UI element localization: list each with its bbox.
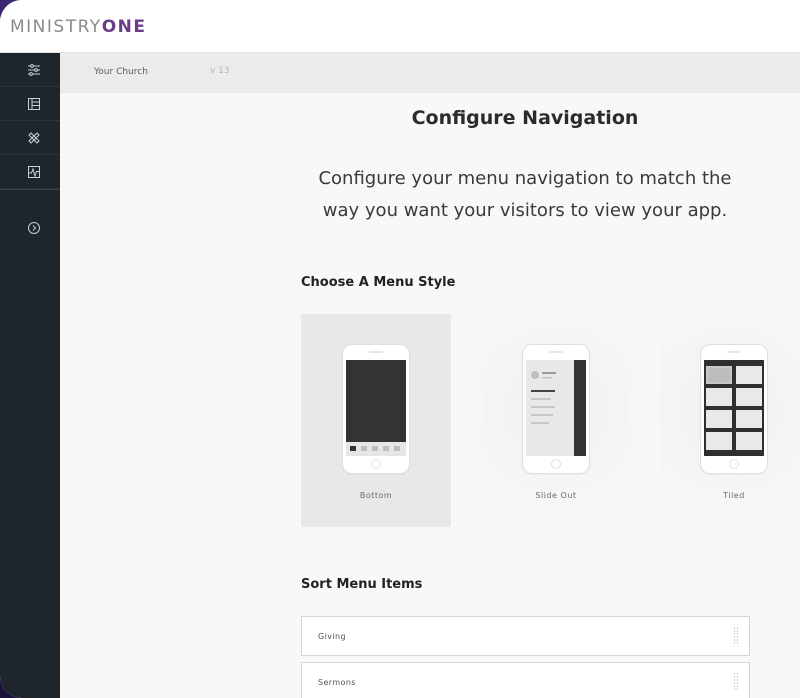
sort-item-label: Sermons — [318, 678, 356, 687]
subtitle-line-1: Configure your menu navigation to match … — [318, 168, 732, 189]
menu-style-option-slide-out[interactable]: Slide Out — [481, 314, 631, 527]
sidebar-divider — [0, 189, 60, 190]
sidebar-item-analytics[interactable] — [0, 155, 60, 189]
drag-handle-icon[interactable] — [733, 626, 739, 647]
phone-preview-bottom — [343, 345, 409, 473]
sort-menu-item-sermons[interactable]: Sermons — [301, 662, 750, 698]
app-window: MINISTRYONE Your Church v 13 Configure N… — [0, 0, 800, 698]
bottom-nav-screen — [346, 360, 406, 456]
top-bar: MINISTRYONE — [0, 0, 800, 53]
page-title: Configure Navigation — [411, 107, 639, 129]
breadcrumb-church[interactable]: Your Church — [94, 67, 148, 77]
tiled-screen — [704, 360, 764, 456]
sort-item-label: Giving — [318, 632, 346, 641]
subtitle-line-2: way you want your visitors to view your … — [322, 200, 728, 221]
sidebar — [0, 53, 60, 698]
breadcrumb: Your Church v 13 — [60, 53, 800, 93]
menu-style-option-tiled[interactable]: Tiled — [659, 314, 800, 527]
menu-style-label-slide-out: Slide Out — [535, 491, 577, 500]
circle-arrow-right-icon — [28, 222, 40, 234]
page-subtitle: Configure your menu navigation to match … — [300, 163, 750, 227]
menu-style-heading: Choose A Menu Style — [301, 275, 456, 290]
menu-style-option-bottom[interactable]: Bottom — [301, 314, 451, 527]
menu-style-label-bottom: Bottom — [359, 491, 393, 500]
logo-bold-text: ONE — [101, 17, 147, 37]
sidebar-expand-button[interactable] — [0, 211, 60, 245]
activity-chart-icon — [28, 165, 40, 178]
sidebar-item-settings[interactable] — [0, 53, 60, 87]
logo-light-text: MINISTRY — [10, 17, 102, 37]
phone-preview-slide-out — [523, 345, 589, 473]
sidebar-item-layout[interactable] — [0, 87, 60, 121]
list-layout-icon — [28, 97, 40, 110]
phone-preview-tiled — [701, 345, 767, 473]
tools-icon — [28, 131, 40, 144]
slide-out-screen — [526, 360, 586, 456]
drag-handle-icon[interactable] — [733, 672, 739, 693]
sort-menu-heading: Sort Menu Items — [301, 577, 423, 592]
ministryone-logo[interactable]: MINISTRYONE — [10, 17, 147, 37]
menu-style-label-tiled: Tiled — [723, 491, 745, 500]
sliders-icon — [28, 63, 40, 76]
sidebar-item-tools[interactable] — [0, 121, 60, 155]
main-content: Configure Navigation Configure your menu… — [60, 93, 800, 698]
version-label: v 13 — [210, 66, 230, 76]
sort-menu-item-giving[interactable]: Giving — [301, 616, 750, 656]
